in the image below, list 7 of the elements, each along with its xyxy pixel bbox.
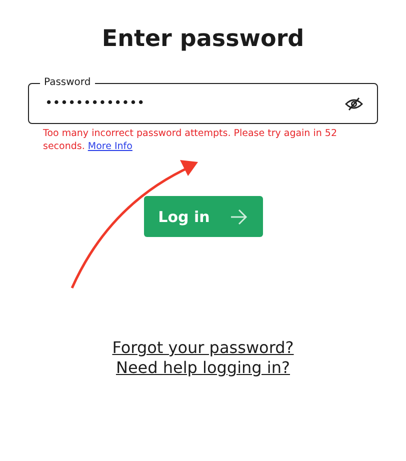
error-message: Too many incorrect password attempts. Please try again in 52 seconds. More Info — [43, 127, 338, 153]
help-link[interactable]: Forgot your password? — [112, 338, 294, 358]
help-link[interactable]: Need help logging in? — [116, 358, 290, 378]
hide-password-icon[interactable] — [345, 96, 363, 110]
more-info-link[interactable]: More Info — [88, 141, 132, 152]
page-title: Enter password — [102, 26, 304, 52]
arrow-right-icon — [230, 208, 248, 224]
